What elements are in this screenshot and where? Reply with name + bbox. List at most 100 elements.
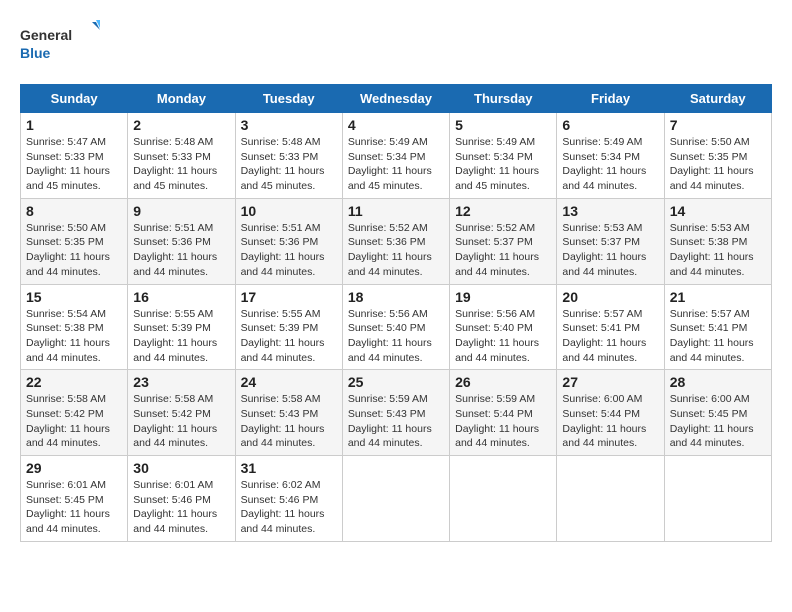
calendar-cell: 20 Sunrise: 5:57 AM Sunset: 5:41 PM Dayl… <box>557 284 664 370</box>
day-info: Sunrise: 5:53 AM Sunset: 5:37 PM Dayligh… <box>562 221 658 280</box>
day-number: 5 <box>455 117 551 133</box>
general-blue-logo-icon: General Blue <box>20 20 100 64</box>
day-info: Sunrise: 5:53 AM Sunset: 5:38 PM Dayligh… <box>670 221 766 280</box>
day-number: 28 <box>670 374 766 390</box>
calendar-cell: 31 Sunrise: 6:02 AM Sunset: 5:46 PM Dayl… <box>235 456 342 542</box>
day-info: Sunrise: 6:01 AM Sunset: 5:45 PM Dayligh… <box>26 478 122 537</box>
day-info: Sunrise: 6:01 AM Sunset: 5:46 PM Dayligh… <box>133 478 229 537</box>
day-info: Sunrise: 5:49 AM Sunset: 5:34 PM Dayligh… <box>455 135 551 194</box>
day-number: 24 <box>241 374 337 390</box>
calendar-cell: 11 Sunrise: 5:52 AM Sunset: 5:36 PM Dayl… <box>342 198 449 284</box>
day-info: Sunrise: 5:56 AM Sunset: 5:40 PM Dayligh… <box>455 307 551 366</box>
day-of-week-header: Sunday <box>21 85 128 113</box>
calendar-cell: 30 Sunrise: 6:01 AM Sunset: 5:46 PM Dayl… <box>128 456 235 542</box>
calendar-cell: 14 Sunrise: 5:53 AM Sunset: 5:38 PM Dayl… <box>664 198 771 284</box>
day-info: Sunrise: 6:00 AM Sunset: 5:45 PM Dayligh… <box>670 392 766 451</box>
day-number: 20 <box>562 289 658 305</box>
day-info: Sunrise: 5:51 AM Sunset: 5:36 PM Dayligh… <box>133 221 229 280</box>
day-info: Sunrise: 5:59 AM Sunset: 5:44 PM Dayligh… <box>455 392 551 451</box>
day-info: Sunrise: 5:48 AM Sunset: 5:33 PM Dayligh… <box>133 135 229 194</box>
day-info: Sunrise: 5:50 AM Sunset: 5:35 PM Dayligh… <box>26 221 122 280</box>
calendar-cell <box>342 456 449 542</box>
calendar-cell: 16 Sunrise: 5:55 AM Sunset: 5:39 PM Dayl… <box>128 284 235 370</box>
calendar-cell: 10 Sunrise: 5:51 AM Sunset: 5:36 PM Dayl… <box>235 198 342 284</box>
day-number: 9 <box>133 203 229 219</box>
day-of-week-header: Friday <box>557 85 664 113</box>
calendar-cell: 17 Sunrise: 5:55 AM Sunset: 5:39 PM Dayl… <box>235 284 342 370</box>
calendar-cell: 24 Sunrise: 5:58 AM Sunset: 5:43 PM Dayl… <box>235 370 342 456</box>
day-info: Sunrise: 5:52 AM Sunset: 5:36 PM Dayligh… <box>348 221 444 280</box>
calendar-cell <box>450 456 557 542</box>
calendar-cell: 12 Sunrise: 5:52 AM Sunset: 5:37 PM Dayl… <box>450 198 557 284</box>
day-number: 23 <box>133 374 229 390</box>
day-info: Sunrise: 5:59 AM Sunset: 5:43 PM Dayligh… <box>348 392 444 451</box>
day-info: Sunrise: 5:50 AM Sunset: 5:35 PM Dayligh… <box>670 135 766 194</box>
day-number: 11 <box>348 203 444 219</box>
day-info: Sunrise: 5:58 AM Sunset: 5:42 PM Dayligh… <box>133 392 229 451</box>
calendar-cell: 8 Sunrise: 5:50 AM Sunset: 5:35 PM Dayli… <box>21 198 128 284</box>
day-number: 4 <box>348 117 444 133</box>
svg-text:Blue: Blue <box>20 45 51 61</box>
calendar-cell <box>664 456 771 542</box>
day-info: Sunrise: 5:55 AM Sunset: 5:39 PM Dayligh… <box>133 307 229 366</box>
calendar-cell: 21 Sunrise: 5:57 AM Sunset: 5:41 PM Dayl… <box>664 284 771 370</box>
calendar-cell: 3 Sunrise: 5:48 AM Sunset: 5:33 PM Dayli… <box>235 113 342 199</box>
day-number: 10 <box>241 203 337 219</box>
day-info: Sunrise: 5:57 AM Sunset: 5:41 PM Dayligh… <box>562 307 658 366</box>
day-number: 13 <box>562 203 658 219</box>
calendar-cell: 15 Sunrise: 5:54 AM Sunset: 5:38 PM Dayl… <box>21 284 128 370</box>
calendar-cell: 7 Sunrise: 5:50 AM Sunset: 5:35 PM Dayli… <box>664 113 771 199</box>
day-info: Sunrise: 5:54 AM Sunset: 5:38 PM Dayligh… <box>26 307 122 366</box>
calendar-cell: 13 Sunrise: 5:53 AM Sunset: 5:37 PM Dayl… <box>557 198 664 284</box>
day-info: Sunrise: 5:58 AM Sunset: 5:43 PM Dayligh… <box>241 392 337 451</box>
day-info: Sunrise: 5:56 AM Sunset: 5:40 PM Dayligh… <box>348 307 444 366</box>
calendar-cell: 18 Sunrise: 5:56 AM Sunset: 5:40 PM Dayl… <box>342 284 449 370</box>
calendar-cell: 5 Sunrise: 5:49 AM Sunset: 5:34 PM Dayli… <box>450 113 557 199</box>
day-number: 29 <box>26 460 122 476</box>
day-number: 18 <box>348 289 444 305</box>
day-number: 19 <box>455 289 551 305</box>
day-info: Sunrise: 5:57 AM Sunset: 5:41 PM Dayligh… <box>670 307 766 366</box>
day-number: 6 <box>562 117 658 133</box>
day-number: 8 <box>26 203 122 219</box>
calendar-cell: 27 Sunrise: 6:00 AM Sunset: 5:44 PM Dayl… <box>557 370 664 456</box>
day-number: 15 <box>26 289 122 305</box>
calendar-cell: 25 Sunrise: 5:59 AM Sunset: 5:43 PM Dayl… <box>342 370 449 456</box>
day-info: Sunrise: 5:55 AM Sunset: 5:39 PM Dayligh… <box>241 307 337 366</box>
day-number: 12 <box>455 203 551 219</box>
day-number: 21 <box>670 289 766 305</box>
day-of-week-header: Saturday <box>664 85 771 113</box>
day-number: 26 <box>455 374 551 390</box>
calendar-cell: 9 Sunrise: 5:51 AM Sunset: 5:36 PM Dayli… <box>128 198 235 284</box>
day-of-week-header: Tuesday <box>235 85 342 113</box>
day-number: 22 <box>26 374 122 390</box>
day-info: Sunrise: 5:49 AM Sunset: 5:34 PM Dayligh… <box>348 135 444 194</box>
day-info: Sunrise: 6:00 AM Sunset: 5:44 PM Dayligh… <box>562 392 658 451</box>
day-number: 14 <box>670 203 766 219</box>
day-info: Sunrise: 5:47 AM Sunset: 5:33 PM Dayligh… <box>26 135 122 194</box>
day-of-week-header: Thursday <box>450 85 557 113</box>
day-number: 16 <box>133 289 229 305</box>
day-info: Sunrise: 5:49 AM Sunset: 5:34 PM Dayligh… <box>562 135 658 194</box>
calendar-cell: 1 Sunrise: 5:47 AM Sunset: 5:33 PM Dayli… <box>21 113 128 199</box>
logo: General Blue <box>20 20 100 64</box>
day-number: 2 <box>133 117 229 133</box>
calendar-cell: 29 Sunrise: 6:01 AM Sunset: 5:45 PM Dayl… <box>21 456 128 542</box>
day-of-week-header: Wednesday <box>342 85 449 113</box>
day-number: 3 <box>241 117 337 133</box>
day-info: Sunrise: 5:51 AM Sunset: 5:36 PM Dayligh… <box>241 221 337 280</box>
calendar-cell <box>557 456 664 542</box>
day-number: 25 <box>348 374 444 390</box>
day-of-week-header: Monday <box>128 85 235 113</box>
day-number: 27 <box>562 374 658 390</box>
calendar-cell: 28 Sunrise: 6:00 AM Sunset: 5:45 PM Dayl… <box>664 370 771 456</box>
day-number: 7 <box>670 117 766 133</box>
day-number: 30 <box>133 460 229 476</box>
day-number: 1 <box>26 117 122 133</box>
day-info: Sunrise: 5:52 AM Sunset: 5:37 PM Dayligh… <box>455 221 551 280</box>
day-info: Sunrise: 5:58 AM Sunset: 5:42 PM Dayligh… <box>26 392 122 451</box>
calendar-cell: 19 Sunrise: 5:56 AM Sunset: 5:40 PM Dayl… <box>450 284 557 370</box>
day-number: 17 <box>241 289 337 305</box>
calendar-table: SundayMondayTuesdayWednesdayThursdayFrid… <box>20 84 772 542</box>
calendar-cell: 26 Sunrise: 5:59 AM Sunset: 5:44 PM Dayl… <box>450 370 557 456</box>
